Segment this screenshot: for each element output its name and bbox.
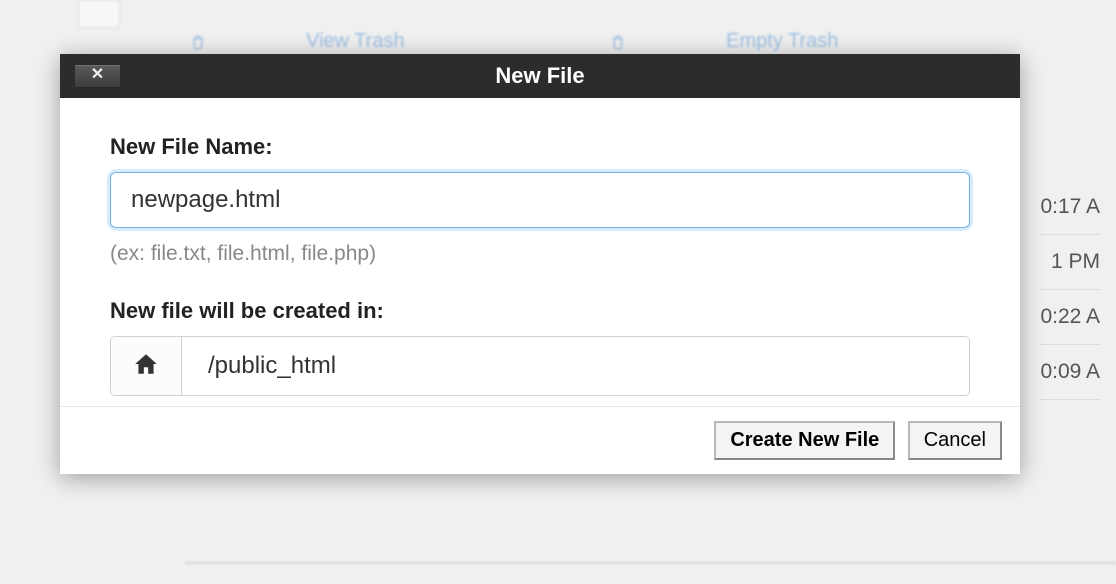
filename-input[interactable] bbox=[110, 172, 970, 228]
cancel-button[interactable]: Cancel bbox=[908, 421, 1002, 460]
location-row bbox=[110, 336, 970, 396]
bg-time-row: 0:17 A bbox=[1040, 180, 1100, 235]
filename-label: New File Name: bbox=[110, 134, 970, 160]
trash-icon bbox=[610, 33, 626, 51]
location-label: New file will be created in: bbox=[110, 298, 970, 324]
close-button[interactable]: ✕ bbox=[74, 64, 121, 88]
dialog-footer: Create New File Cancel bbox=[60, 406, 1020, 474]
home-icon bbox=[133, 351, 159, 382]
bg-time-row: 0:09 A bbox=[1040, 345, 1100, 400]
filename-hint: (ex: file.txt, file.html, file.php) bbox=[110, 242, 970, 266]
bg-empty-trash-label: Empty Trash bbox=[726, 30, 838, 52]
bg-divider bbox=[185, 562, 1116, 564]
bg-time-row: 0:22 A bbox=[1040, 290, 1100, 345]
new-file-dialog: ✕ New File New File Name: (ex: file.txt,… bbox=[60, 54, 1020, 474]
close-icon: ✕ bbox=[91, 66, 104, 83]
dialog-titlebar[interactable]: ✕ New File bbox=[60, 54, 1020, 98]
trash-icon bbox=[190, 33, 206, 51]
bg-view-trash-label: View Trash bbox=[306, 30, 405, 52]
location-input[interactable] bbox=[182, 337, 969, 395]
create-button[interactable]: Create New File bbox=[714, 421, 895, 460]
bg-toolbar: View Trash Empty Trash bbox=[190, 30, 1038, 53]
bg-time-row: 1 PM bbox=[1040, 235, 1100, 290]
bg-times: 0:17 A 1 PM 0:22 A 0:09 A bbox=[1040, 180, 1100, 400]
home-button[interactable] bbox=[111, 337, 182, 395]
bg-row-box bbox=[78, 0, 120, 28]
dialog-body: New File Name: (ex: file.txt, file.html,… bbox=[60, 98, 1020, 406]
dialog-title: New File bbox=[495, 63, 584, 88]
